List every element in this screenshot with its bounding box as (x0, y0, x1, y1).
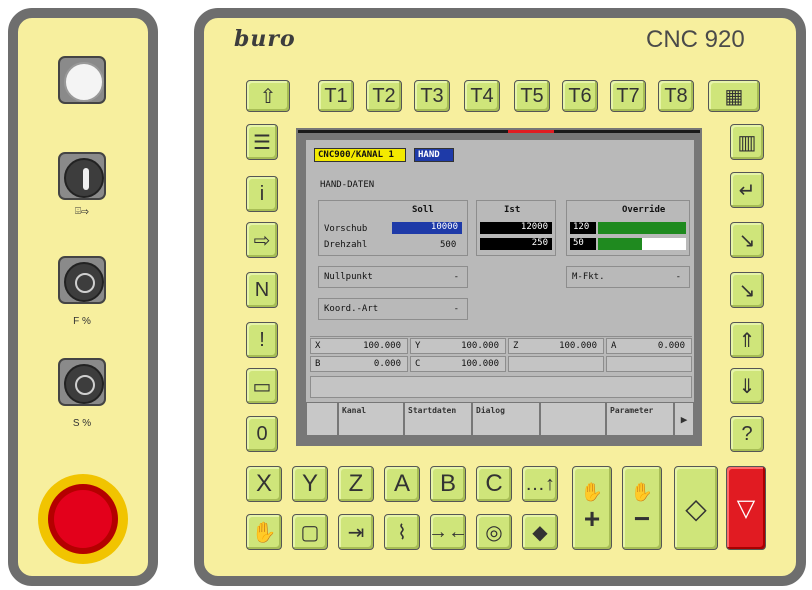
cycle-start-button[interactable]: ◇ (674, 466, 718, 550)
axis-key-b[interactable]: B (430, 466, 466, 502)
keyboard-key[interactable]: ▦ (708, 80, 760, 112)
koord-art-field[interactable]: Koord.-Art - (318, 298, 468, 320)
axis-key-x[interactable]: X (246, 466, 282, 502)
tool-key-t5[interactable]: T5 (514, 80, 550, 112)
nullpunkt-field[interactable]: Nullpunkt - (318, 266, 468, 288)
override-spindle-bar (598, 238, 686, 250)
probe-key[interactable]: ↘ (730, 222, 764, 258)
axis-cell-b: B 0.000 (310, 356, 408, 372)
axis-cell-x: X 100.000 (310, 338, 408, 354)
override-header: Override (622, 205, 666, 215)
page-up-key[interactable]: ⇑ (730, 322, 764, 358)
softkey-5[interactable] (540, 402, 606, 436)
softkey-parameter[interactable]: Parameter (606, 402, 674, 436)
screen-indicator (508, 130, 554, 133)
tool-key-t4[interactable]: T4 (464, 80, 500, 112)
display-key[interactable]: ▭ (246, 368, 278, 404)
brand-logo: buro (234, 26, 296, 52)
axis-key-z[interactable]: Z (338, 466, 374, 502)
axis-divider (310, 336, 692, 337)
spindle-key[interactable]: ◎ (476, 514, 512, 550)
softkey-kanal[interactable]: Kanal (338, 402, 404, 436)
menu-key[interactable]: ☰ (246, 124, 278, 160)
spindle-override-label: S % (72, 418, 92, 429)
tool-key-t1[interactable]: T1 (318, 80, 354, 112)
page-down-key[interactable]: ⇓ (730, 368, 764, 404)
tool-key-t6[interactable]: T6 (562, 80, 598, 112)
softkey-1[interactable] (306, 402, 338, 436)
alarm-key[interactable]: ! (246, 322, 278, 358)
override-feed-bar (598, 222, 686, 234)
soll-header: Soll (412, 205, 434, 215)
override-feed-value: 120 (570, 222, 596, 234)
arrow-key[interactable]: ⇨ (246, 222, 278, 258)
vorschub-soll-field[interactable]: 10000 (392, 222, 462, 234)
frame-key[interactable]: ▢ (292, 514, 328, 550)
screen-top-bar (298, 130, 700, 133)
channel-tag: CNC900/KANAL 1 (314, 148, 406, 162)
softkey-dialog[interactable]: Dialog (472, 402, 540, 436)
drehzahl-label: Drehzahl (324, 240, 368, 250)
emergency-stop-button[interactable] (38, 474, 128, 564)
spring-key[interactable]: ⌇ (384, 514, 420, 550)
axis-cell-c: C 100.000 (410, 356, 506, 372)
tool-key-t3[interactable]: T3 (414, 80, 450, 112)
softkey-next[interactable]: ▶ (674, 402, 694, 436)
message-line (310, 376, 692, 398)
info-key[interactable]: i (246, 176, 278, 212)
softkey-startdaten[interactable]: Startdaten (404, 402, 472, 436)
hand-icon: ✋ (630, 481, 654, 502)
hand-mode-key[interactable]: ✋ (246, 514, 282, 550)
cycle-stop-button[interactable]: ▽ (726, 466, 766, 550)
axis-cell-empty-2 (606, 356, 692, 372)
axis-cell-y: Y 100.000 (410, 338, 506, 354)
tool-key-t2[interactable]: T2 (366, 80, 402, 112)
n-key[interactable]: N (246, 272, 278, 308)
key-switch[interactable] (58, 152, 106, 200)
reference-key[interactable]: ◆ (522, 514, 558, 550)
white-button[interactable] (58, 56, 106, 104)
drehzahl-soll-value: 500 (440, 240, 457, 250)
measure-key[interactable]: →← (428, 514, 468, 550)
tool-key-t8[interactable]: T8 (658, 80, 694, 112)
feed-override-label: F % (73, 316, 91, 327)
axis-key-c[interactable]: C (476, 466, 512, 502)
shift-key[interactable]: ⇧ (246, 80, 290, 112)
help-key[interactable]: ? (730, 416, 764, 452)
key-switch-label: ⌹⇨ (75, 206, 89, 217)
spindle-override-knob[interactable] (58, 358, 106, 406)
screen-title: HAND-DATEN (320, 180, 375, 190)
step-key[interactable]: ⇥ (338, 514, 374, 550)
hand-icon: ✋ (580, 481, 604, 502)
jog-plus-key[interactable]: ✋ + (572, 466, 612, 550)
override-spindle-value: 50 (570, 238, 596, 250)
axis-key-more[interactable]: …↑ (522, 466, 558, 502)
axis-key-y[interactable]: Y (292, 466, 328, 502)
enter-key[interactable]: ↵ (730, 172, 764, 208)
drehzahl-ist-field: 250 (480, 238, 552, 250)
tool-key-t7[interactable]: T7 (610, 80, 646, 112)
program-key[interactable]: ▥ (730, 124, 764, 160)
axis-cell-a: A 0.000 (606, 338, 692, 354)
mfkt-field[interactable]: M-Fkt. - (566, 266, 690, 288)
mode-tag: HAND (414, 148, 454, 162)
zero-key[interactable]: 0 (246, 416, 278, 452)
vorschub-label: Vorschub (324, 224, 368, 234)
axis-key-a[interactable]: A (384, 466, 420, 502)
vorschub-ist-field: 12000 (480, 222, 552, 234)
feed-override-knob[interactable] (58, 256, 106, 304)
axis-cell-empty-1 (508, 356, 604, 372)
ist-header: Ist (504, 205, 521, 215)
probe-down-key[interactable]: ↘ (730, 272, 764, 308)
axis-cell-z: Z 100.000 (508, 338, 604, 354)
jog-minus-key[interactable]: ✋ − (622, 466, 662, 550)
model-label: CNC 920 (646, 26, 745, 53)
